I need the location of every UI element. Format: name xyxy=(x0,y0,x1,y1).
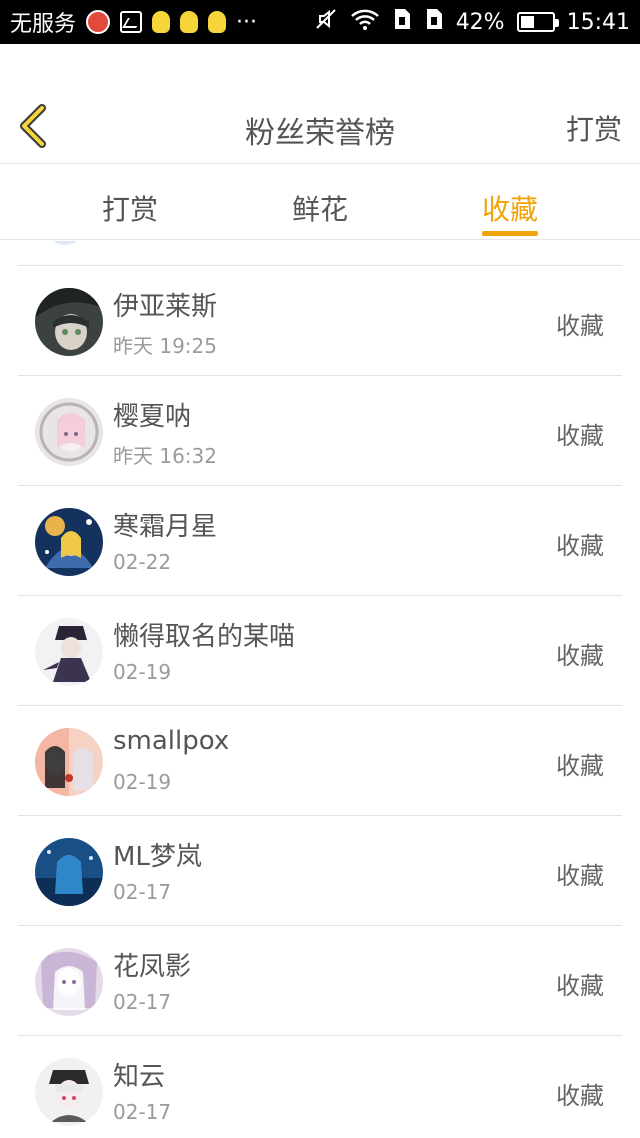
timestamp: 昨天 16:32 xyxy=(113,444,217,468)
app-header: 粉丝荣誉榜 打赏 xyxy=(0,44,640,164)
page-title: 粉丝荣誉榜 xyxy=(245,116,395,151)
app-icon xyxy=(86,10,111,34)
list-item[interactable]: smallpox 02-19 收藏 xyxy=(18,706,622,816)
battery-icon xyxy=(516,12,559,32)
carrier-label: 无服务 xyxy=(10,12,77,37)
action-label: 收藏 xyxy=(556,312,604,340)
reward-button[interactable]: 打赏 xyxy=(566,108,622,148)
list-item[interactable]: ML梦岚 02-17 收藏 xyxy=(18,816,622,926)
bulb-icon xyxy=(152,11,171,33)
action-label: 收藏 xyxy=(556,532,604,560)
tab-favorites[interactable]: 收藏 xyxy=(482,188,538,228)
mute-icon xyxy=(314,7,338,37)
status-bar: 无服务 ··· 42% 15:41 xyxy=(0,0,640,44)
avatar xyxy=(35,1058,103,1126)
list-item[interactable]: 伊亚莱斯 昨天 19:25 收藏 xyxy=(18,266,622,376)
tab-flowers[interactable]: 鲜花 xyxy=(292,188,348,228)
wifi-icon xyxy=(350,7,380,37)
action-label: 收藏 xyxy=(556,972,604,1000)
user-name: 伊亚莱斯 xyxy=(113,292,218,322)
action-label: 收藏 xyxy=(556,422,604,450)
list-item[interactable]: 懒得取名的某喵 02-19 收藏 xyxy=(18,596,622,706)
tab-bar: 打赏 鲜花 收藏 xyxy=(0,164,640,240)
sim-icon xyxy=(424,7,444,37)
user-name: 樱夏呐 xyxy=(113,402,192,432)
more-icon: ··· xyxy=(236,9,257,35)
timestamp: 昨天 19:25 xyxy=(113,334,217,358)
timestamp: 02-22 xyxy=(113,550,172,574)
active-tab-indicator xyxy=(482,231,538,236)
avatar xyxy=(46,241,84,245)
bulb-icon xyxy=(180,11,199,33)
tab-reward[interactable]: 打赏 xyxy=(102,188,158,228)
avatar xyxy=(35,508,103,576)
action-label: 收藏 xyxy=(556,862,604,890)
bulb-icon xyxy=(208,11,227,33)
avatar xyxy=(35,398,103,466)
timestamp: 02-17 xyxy=(113,990,172,1014)
avatar xyxy=(35,728,103,796)
avatar xyxy=(35,288,103,356)
avatar xyxy=(35,618,103,686)
timestamp: 02-17 xyxy=(113,1100,172,1124)
timestamp: 02-19 xyxy=(113,770,172,794)
action-label: 收藏 xyxy=(556,1082,604,1110)
gallery-icon xyxy=(120,11,143,33)
user-name: smallpox xyxy=(113,726,230,756)
battery-percent: 42% xyxy=(455,9,505,35)
battery-level xyxy=(520,16,534,28)
list-item[interactable]: 花凤影 02-17 收藏 xyxy=(18,926,622,1036)
user-name: 懒得取名的某喵 xyxy=(113,622,296,652)
timestamp: 02-17 xyxy=(113,880,172,904)
clock: 15:41 xyxy=(566,9,630,35)
action-label: 收藏 xyxy=(556,642,604,670)
sim-icon xyxy=(392,7,412,37)
user-name: 知云 xyxy=(113,1062,166,1092)
avatar xyxy=(35,948,103,1016)
list-item[interactable]: 樱夏呐 昨天 16:32 收藏 xyxy=(18,376,622,486)
list-item[interactable]: 知云 02-17 收藏 xyxy=(18,1036,622,1138)
avatar xyxy=(35,838,103,906)
list-item[interactable]: 寒霜月星 02-22 收藏 xyxy=(18,486,622,596)
timestamp: 02-19 xyxy=(113,660,172,684)
list-item-partial xyxy=(18,241,622,266)
action-label: 收藏 xyxy=(556,752,604,780)
user-name: 花凤影 xyxy=(113,952,192,982)
fan-list[interactable]: 伊亚莱斯 昨天 19:25 收藏 樱夏呐 昨天 16:32 收藏 寒霜月星 02… xyxy=(18,241,622,1138)
user-name: 寒霜月星 xyxy=(113,512,218,542)
user-name: ML梦岚 xyxy=(113,842,202,872)
